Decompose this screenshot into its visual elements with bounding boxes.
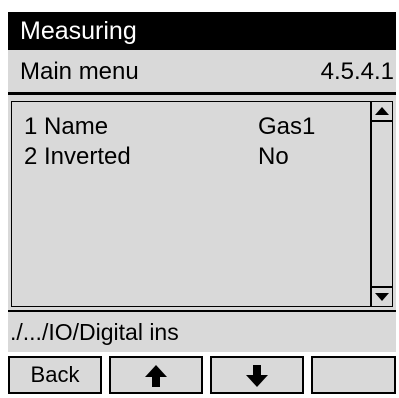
back-button[interactable]: Back [8, 356, 102, 394]
move-down-button[interactable] [210, 356, 304, 394]
parameter-label: 2 Inverted [24, 143, 131, 170]
display-screen: Measuring Main menu 4.5.4.1 1 Name Gas1 … [8, 12, 396, 396]
list-scrollbar[interactable] [370, 102, 392, 306]
parameter-row-name[interactable]: 1 Name Gas1 [24, 112, 354, 142]
arrow-down-icon [246, 365, 268, 387]
back-button-label: Back [30, 362, 80, 387]
breadcrumb: ./.../IO/Digital ins [8, 312, 396, 352]
scroll-up-button[interactable] [372, 102, 392, 122]
softkey-empty[interactable] [311, 356, 396, 394]
parameter-label: 1 Name [24, 113, 109, 140]
title-bar: Measuring [8, 12, 396, 50]
breadcrumb-path: ./.../IO/Digital ins [10, 319, 179, 345]
parameter-value: Gas1 [258, 113, 316, 140]
scroll-down-button[interactable] [372, 286, 392, 306]
menu-code: 4.5.4.1 [320, 58, 394, 85]
parameter-row-inverted[interactable]: 2 Inverted No [24, 142, 354, 172]
arrow-up-icon [145, 365, 167, 387]
move-up-button[interactable] [109, 356, 203, 394]
triangle-up-icon [375, 107, 389, 115]
softkey-bar: Back [8, 352, 396, 396]
parameter-list-panel: 1 Name Gas1 2 Inverted No [8, 98, 396, 312]
triangle-down-icon [375, 293, 389, 301]
menu-title: Main menu [20, 58, 139, 85]
menu-bar: Main menu 4.5.4.1 [8, 50, 396, 95]
parameter-value: No [258, 143, 289, 170]
screen-title: Measuring [20, 17, 137, 45]
parameter-list: 1 Name Gas1 2 Inverted No [11, 101, 393, 307]
